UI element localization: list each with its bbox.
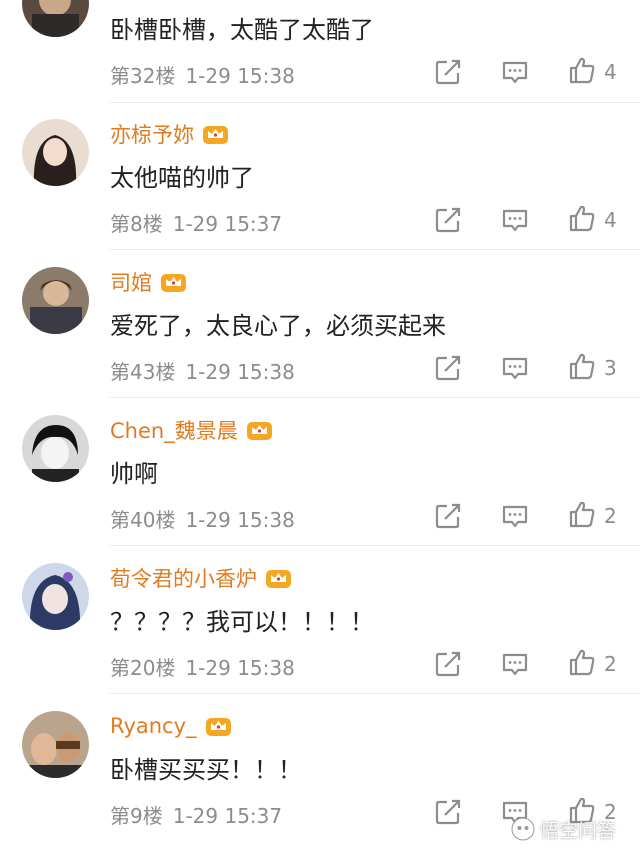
timestamp: 1-29 15:38 bbox=[185, 64, 295, 88]
comment-text: 帅啊 bbox=[110, 460, 158, 488]
divider bbox=[110, 102, 640, 103]
username-row: Ryancy_ bbox=[110, 709, 232, 743]
username-row: 司婠 bbox=[110, 265, 187, 299]
divider bbox=[110, 693, 640, 694]
avatar[interactable] bbox=[22, 563, 89, 630]
avatar[interactable] bbox=[22, 119, 89, 186]
like-icon[interactable] bbox=[567, 203, 597, 233]
comment-text: ？？？？我可以！！！！ bbox=[110, 608, 374, 636]
avatar[interactable] bbox=[22, 415, 89, 482]
comment-meta: 第43楼 1-29 15:38 bbox=[110, 356, 295, 385]
like-count: 4 bbox=[604, 60, 617, 84]
crown-icon bbox=[205, 715, 232, 737]
avatar[interactable] bbox=[22, 267, 89, 334]
floor-number: 第8楼 bbox=[110, 212, 163, 236]
avatar[interactable] bbox=[22, 711, 89, 778]
comment-meta: 第40楼 1-29 15:38 bbox=[110, 504, 295, 533]
share-icon[interactable] bbox=[433, 501, 463, 531]
like-count: 2 bbox=[604, 652, 617, 676]
crown-icon bbox=[202, 123, 229, 145]
divider bbox=[110, 249, 640, 250]
like-icon[interactable] bbox=[567, 351, 597, 381]
floor-number: 第20楼 bbox=[110, 656, 176, 680]
like-count: 4 bbox=[604, 208, 617, 232]
like-icon[interactable] bbox=[567, 499, 597, 529]
comment-meta: 第32楼 1-29 15:38 bbox=[110, 60, 295, 89]
divider bbox=[110, 397, 640, 398]
comment-text: 太他喵的帅了 bbox=[110, 164, 254, 192]
comment-icon[interactable] bbox=[500, 501, 530, 531]
username[interactable]: 荀令君的小香炉 bbox=[110, 563, 257, 593]
comment-text: 卧槽买买买！！！ bbox=[110, 756, 302, 784]
floor-number: 第43楼 bbox=[110, 360, 176, 384]
crown-icon bbox=[265, 567, 292, 589]
comment-icon[interactable] bbox=[500, 649, 530, 679]
username[interactable]: Chen_魏景晨 bbox=[110, 415, 238, 445]
username-row: 亦椋予妳 bbox=[110, 117, 229, 151]
username[interactable]: Ryancy_ bbox=[110, 714, 197, 738]
comment-meta: 第20楼 1-29 15:38 bbox=[110, 652, 295, 681]
timestamp: 1-29 15:37 bbox=[172, 212, 283, 236]
comment-meta: 第8楼 1-29 15:37 bbox=[110, 208, 282, 237]
floor-number: 第40楼 bbox=[110, 508, 176, 532]
avatar[interactable] bbox=[22, 0, 89, 37]
watermark: 悟空问答 bbox=[510, 813, 640, 845]
crown-icon bbox=[246, 419, 273, 441]
like-count: 2 bbox=[604, 504, 617, 528]
watermark-text: 悟空问答 bbox=[540, 819, 617, 842]
timestamp: 1-29 15:38 bbox=[185, 508, 295, 532]
username-row: Chen_魏景晨 bbox=[110, 413, 273, 447]
wukong-logo-icon bbox=[511, 817, 535, 841]
floor-number: 第9楼 bbox=[110, 804, 163, 828]
username-row: 荀令君的小香炉 bbox=[110, 561, 292, 595]
comment-icon[interactable] bbox=[500, 205, 530, 235]
comment-icon[interactable] bbox=[500, 353, 530, 383]
timestamp: 1-29 15:37 bbox=[172, 804, 283, 828]
comment-text: 爱死了，太良心了，必须买起来 bbox=[110, 312, 446, 340]
comment-text: 卧槽卧槽，太酷了太酷了 bbox=[110, 16, 374, 44]
like-count: 3 bbox=[604, 356, 617, 380]
comment-icon[interactable] bbox=[500, 57, 530, 87]
username[interactable]: 亦椋予妳 bbox=[110, 119, 194, 149]
share-icon[interactable] bbox=[433, 57, 463, 87]
like-icon[interactable] bbox=[567, 55, 597, 85]
crown-icon bbox=[160, 271, 187, 293]
timestamp: 1-29 15:38 bbox=[185, 360, 295, 384]
share-icon[interactable] bbox=[433, 353, 463, 383]
username[interactable]: 司婠 bbox=[110, 267, 152, 297]
floor-number: 第32楼 bbox=[110, 64, 176, 88]
timestamp: 1-29 15:38 bbox=[185, 656, 295, 680]
share-icon[interactable] bbox=[433, 797, 463, 827]
like-icon[interactable] bbox=[567, 647, 597, 677]
share-icon[interactable] bbox=[433, 205, 463, 235]
share-icon[interactable] bbox=[433, 649, 463, 679]
comment-meta: 第9楼 1-29 15:37 bbox=[110, 800, 282, 829]
divider bbox=[110, 545, 640, 546]
